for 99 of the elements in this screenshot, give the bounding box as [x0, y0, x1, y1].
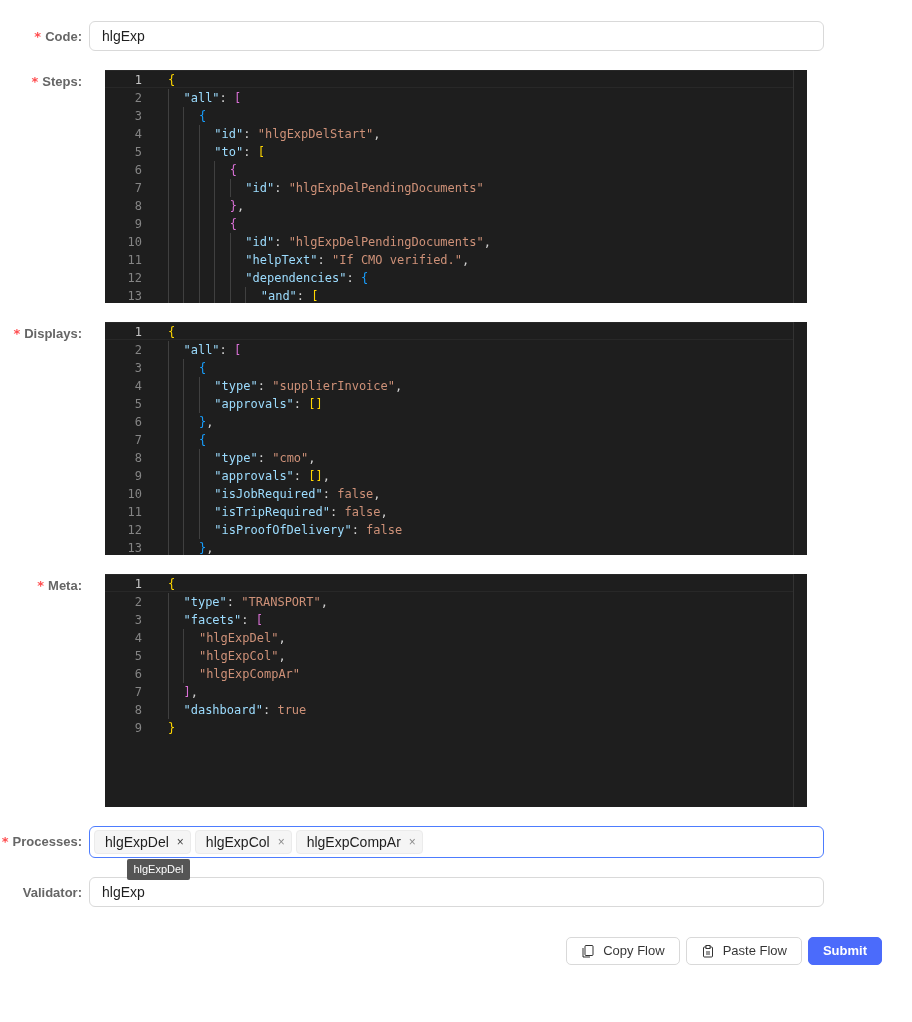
code-line: }	[168, 720, 176, 735]
tag-label: hlgExpCol	[205, 832, 270, 852]
code-line: "dashboard": true	[168, 701, 307, 717]
text-field[interactable]: hlgExp	[89, 21, 824, 51]
line-number: 1	[133, 324, 142, 339]
line-number: 10	[126, 486, 142, 501]
code-line: "id": "hlgExpDelStart",	[168, 125, 381, 141]
code-line: },	[168, 539, 214, 555]
code-line: {	[168, 107, 207, 123]
line-number: 5	[133, 144, 142, 159]
required-mark: *	[1, 834, 9, 849]
tooltip: hlgExpDel	[127, 859, 190, 880]
code-line: {	[168, 359, 207, 375]
line-number: 4	[133, 126, 142, 141]
field-label: Displays:	[24, 326, 82, 341]
code-line: "type": "supplierInvoice",	[168, 377, 403, 393]
line-number: 8	[133, 450, 142, 465]
line-number: 2	[133, 90, 142, 105]
code-line: "isTripRequired": false,	[168, 503, 388, 519]
line-number: 4	[133, 630, 142, 645]
line-number: 11	[126, 504, 142, 519]
code-line: {	[168, 215, 238, 231]
code-line: },	[168, 413, 214, 429]
line-number: 7	[133, 180, 142, 195]
tag-label: hlgExpDel	[105, 832, 169, 852]
line-number: 8	[133, 702, 142, 717]
line-number: 9	[133, 720, 142, 735]
code-line: "facets": [	[168, 611, 263, 627]
line-number: 8	[133, 198, 142, 213]
line-number: 1	[133, 72, 142, 87]
line-number: 9	[133, 216, 142, 231]
code-editor[interactable]	[105, 322, 807, 555]
submit-button[interactable]: Submit	[807, 937, 882, 965]
code-line: {	[168, 431, 207, 447]
code-line: "hlgExpCompAr"	[168, 665, 301, 681]
line-number: 2	[133, 342, 142, 357]
code-line: "hlgExpDel",	[168, 629, 286, 645]
code-line: "isJobRequired": false,	[168, 485, 381, 501]
line-number: 12	[126, 270, 142, 285]
line-number: 13	[126, 288, 142, 303]
line-number: 7	[133, 432, 142, 447]
tag-label: hlgExpCompAr	[306, 832, 401, 852]
field-label: Processes:	[12, 834, 82, 849]
field-label: Meta:	[48, 578, 82, 593]
code-line: "approvals": [],	[168, 467, 330, 483]
line-number: 3	[133, 612, 142, 627]
code-line: {	[168, 161, 238, 177]
code-editor[interactable]: 1 { 2 "type": "TRANSPORT", 3 "facets": [ 4 "hlgExpDel", 5 "hlgExpCol", 6 "hlgExpCompAr" 7 ], 8 "dashboard": true 9 }	[105, 574, 807, 807]
line-number: 1	[133, 576, 142, 591]
tag-select-field[interactable]: hlgExpDel × hlgExpCol × hlgExpCompAr ×	[89, 826, 824, 858]
process-tag[interactable]: hlgExpCol ×	[194, 830, 292, 854]
action-button[interactable]: Paste Flow	[685, 937, 802, 965]
line-number: 2	[133, 594, 142, 609]
code-line: },	[168, 197, 245, 213]
line-number: 7	[133, 684, 142, 699]
code-line: "type": "cmo",	[168, 449, 316, 465]
code-line: {	[168, 72, 176, 87]
line-number: 11	[126, 252, 142, 267]
required-mark: *	[34, 29, 42, 44]
line-number: 12	[126, 522, 142, 537]
line-number: 3	[133, 108, 142, 123]
line-number: 9	[133, 468, 142, 483]
line-number: 13	[126, 540, 142, 555]
line-number: 4	[133, 378, 142, 393]
field-label: Steps:	[42, 74, 82, 89]
line-number: 6	[133, 414, 142, 429]
code-line: "approvals": []	[168, 395, 323, 411]
line-number: 6	[133, 162, 142, 177]
code-line: "helpText": "If CMO verified.",	[168, 251, 470, 267]
text-field[interactable]: hlgExp	[89, 877, 824, 907]
process-tag[interactable]: hlgExpCompAr ×	[295, 830, 423, 854]
code-editor[interactable]	[105, 70, 807, 303]
code-line: "isProofOfDelivery": false	[168, 521, 403, 537]
code-line: ],	[168, 683, 198, 699]
line-number: 5	[133, 396, 142, 411]
code-line: "type": "TRANSPORT",	[168, 593, 328, 609]
code-line: "all": [	[168, 341, 242, 357]
copy-icon	[581, 944, 596, 958]
code-line: {	[168, 576, 176, 591]
code-line: "to": [	[168, 143, 265, 159]
required-mark: *	[31, 74, 39, 89]
required-mark: *	[37, 578, 45, 593]
process-tag[interactable]: hlgExpDel ×	[94, 830, 191, 854]
code-line: {	[168, 324, 176, 339]
code-line: "all": [	[168, 89, 242, 105]
clipboard-icon	[700, 944, 715, 958]
code-line: "and": [	[168, 287, 319, 303]
code-line: "hlgExpCol",	[168, 647, 286, 663]
code-line: "id": "hlgExpDelPendingDocuments",	[168, 233, 491, 249]
code-line: "id": "hlgExpDelPendingDocuments"	[168, 179, 484, 195]
line-number: 6	[133, 666, 142, 681]
action-button[interactable]: Copy Flow	[566, 937, 680, 965]
line-number: 10	[126, 234, 142, 249]
code-line: "dependencies": {	[168, 269, 369, 285]
field-label: Code:	[45, 29, 82, 44]
field-label: Validator:	[22, 885, 82, 900]
line-number: 5	[133, 648, 142, 663]
required-mark: *	[13, 326, 21, 341]
line-number: 3	[133, 360, 142, 375]
